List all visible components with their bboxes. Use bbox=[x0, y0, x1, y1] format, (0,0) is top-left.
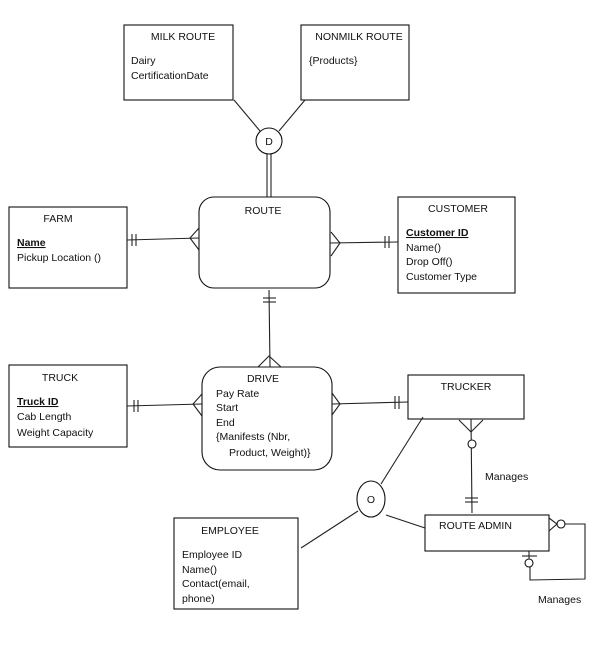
disjoint-label: D bbox=[265, 136, 273, 148]
entity-truck: TRUCK Truck ID Cab Length Weight Capacit… bbox=[8, 364, 128, 448]
attribute: CertificationDate bbox=[131, 70, 209, 82]
attribute: {Manifests (Nbr, bbox=[216, 431, 290, 443]
attribute: phone) bbox=[182, 593, 215, 605]
attribute: Pickup Location () bbox=[17, 252, 101, 264]
entity-customer: CUSTOMER Customer ID Name() Drop Off() C… bbox=[397, 196, 516, 294]
entity-nonmilk-route: NONMILK ROUTE {Products} bbox=[300, 24, 410, 101]
entity-title: TRUCK bbox=[42, 372, 78, 384]
attribute: {Products} bbox=[309, 55, 358, 67]
relationship-farm-route bbox=[126, 227, 200, 251]
attribute: Drop Off() bbox=[406, 256, 452, 268]
entity-title: FARM bbox=[43, 213, 72, 225]
entity-trucker: TRUCKER bbox=[407, 374, 525, 420]
attribute: Pay Rate bbox=[216, 388, 259, 400]
entity-employee: EMPLOYEE Employee ID Name() Contact(emai… bbox=[173, 517, 299, 610]
attribute: Customer Type bbox=[406, 271, 477, 283]
disjoint-subtype-symbol: D bbox=[233, 99, 306, 197]
attribute: Weight Capacity bbox=[17, 427, 94, 439]
attribute: Start bbox=[216, 402, 238, 414]
entity-title: DRIVE bbox=[247, 373, 279, 385]
attribute: Name() bbox=[182, 564, 217, 576]
entity-title: TRUCKER bbox=[441, 381, 492, 393]
entity-title: ROUTE bbox=[245, 205, 282, 217]
attribute: Name() bbox=[406, 242, 441, 254]
entity-title: EMPLOYEE bbox=[201, 525, 259, 537]
attribute: Dairy bbox=[131, 55, 156, 67]
entity-milk-route: MILK ROUTE Dairy CertificationDate bbox=[123, 24, 234, 101]
attribute: End bbox=[216, 417, 235, 429]
primary-key: Customer ID bbox=[406, 227, 469, 239]
entity-title: MILK ROUTE bbox=[151, 31, 215, 43]
attribute: Employee ID bbox=[182, 549, 243, 561]
attribute: Cab Length bbox=[17, 411, 71, 423]
entity-route: ROUTE bbox=[198, 196, 331, 289]
er-diagram: MILK ROUTE Dairy CertificationDate NONMI… bbox=[8, 24, 586, 610]
primary-key: Truck ID bbox=[17, 396, 59, 408]
entity-title: CUSTOMER bbox=[428, 203, 488, 215]
primary-key: Name bbox=[17, 237, 46, 249]
entity-title: ROUTE ADMIN bbox=[439, 520, 512, 532]
overlap-label: O bbox=[367, 494, 375, 506]
entity-farm: FARM Name Pickup Location () bbox=[8, 206, 128, 289]
entity-title: NONMILK ROUTE bbox=[315, 31, 403, 43]
relationship-route-drive bbox=[257, 289, 282, 368]
attribute: Contact(email, bbox=[182, 578, 250, 590]
relationship-drive-trucker bbox=[331, 392, 409, 416]
relationship-truck-drive bbox=[126, 393, 203, 417]
relationship-trucker-route-admin: Manages bbox=[458, 418, 528, 514]
relationship-label: Manages bbox=[485, 471, 528, 483]
attribute: Product, Weight)} bbox=[229, 447, 311, 459]
relationship-label: Manages bbox=[538, 594, 581, 606]
entity-route-admin: ROUTE ADMIN bbox=[424, 514, 550, 552]
relationship-route-customer bbox=[329, 231, 399, 257]
entity-drive: DRIVE Pay Rate Start End {Manifests (Nbr… bbox=[201, 366, 333, 471]
